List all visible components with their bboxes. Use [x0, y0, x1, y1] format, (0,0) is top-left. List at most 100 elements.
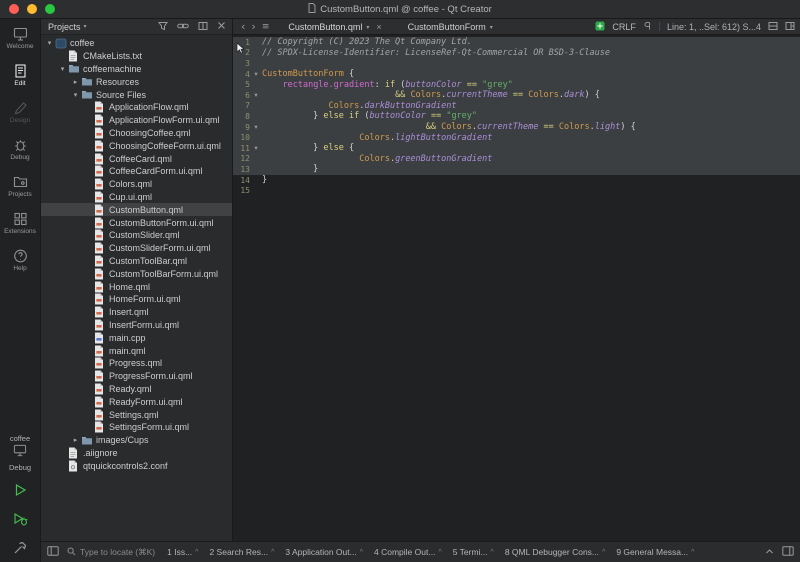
tree-row[interactable]: ApplicationFlow.qml [41, 101, 232, 114]
tree-row[interactable]: ▸images/Cups [41, 434, 232, 447]
toggle-sidebar-icon[interactable] [47, 546, 59, 558]
expand-icon[interactable]: ▾ [57, 65, 68, 73]
tree-row[interactable]: InsertForm.ui.qml [41, 319, 232, 332]
tree-row[interactable]: ChoosingCoffeeForm.ui.qml [41, 139, 232, 152]
fold-marker-icon[interactable]: ▾ [250, 123, 262, 131]
output-pane-button[interactable]: 8 QML Debugger Cons...^ [505, 547, 605, 557]
code-area[interactable]: 1// Copyright (C) 2023 The Qt Company Lt… [233, 35, 800, 541]
fold-marker-icon[interactable]: ▾ [250, 91, 262, 99]
run-button[interactable] [12, 475, 28, 504]
code-line[interactable]: 14} [233, 175, 800, 186]
tree-row[interactable]: .aiignore [41, 447, 232, 460]
tree-row[interactable]: Ready.qml [41, 383, 232, 396]
tree-row[interactable]: Home.qml [41, 280, 232, 293]
expand-icon[interactable]: ▸ [70, 436, 81, 444]
code-line[interactable]: 1// Copyright (C) 2023 The Qt Company Lt… [233, 37, 800, 48]
code-line[interactable]: 9▾ && Colors.currentTheme == Colors.ligh… [233, 122, 800, 133]
code-line[interactable]: 3 [233, 58, 800, 69]
tree-row[interactable]: main.cpp [41, 331, 232, 344]
tree-row[interactable]: ApplicationFlowForm.ui.qml [41, 114, 232, 127]
symbol-combo[interactable]: CustomButtonForm [408, 22, 486, 32]
debug-run-button[interactable] [12, 504, 28, 533]
close-panel-icon[interactable] [217, 21, 226, 32]
tree-row[interactable]: ChoosingCoffee.qml [41, 127, 232, 140]
fold-marker-icon[interactable]: ▾ [250, 144, 262, 152]
tree-row[interactable]: SettingsForm.ui.qml [41, 421, 232, 434]
mode-extensions[interactable]: Extensions [0, 204, 40, 241]
symbol-dropdown-icon[interactable]: ▾ [490, 24, 493, 31]
output-pane-button[interactable]: 9 General Messa...^ [616, 547, 694, 557]
tree-row[interactable]: qtquickcontrols2.conf [41, 459, 232, 472]
tree-row[interactable]: CMakeLists.txt [41, 50, 232, 63]
mode-debug[interactable]: Debug [0, 130, 40, 167]
tree-row[interactable]: ReadyForm.ui.qml [41, 395, 232, 408]
tree-row[interactable]: CoffeeCardForm.ui.qml [41, 165, 232, 178]
back-icon[interactable]: ‹ [238, 22, 248, 32]
output-pane-button[interactable]: 3 Application Out...^ [285, 547, 363, 557]
code-line[interactable]: 6▾ && Colors.currentTheme == Colors.dark… [233, 90, 800, 101]
navigation-combo[interactable]: Projects [48, 22, 81, 32]
tree-row[interactable]: CustomToolBar.qml [41, 255, 232, 268]
code-line[interactable]: 10 Colors.lightButtonGradient [233, 132, 800, 143]
code-line[interactable]: 7 Colors.darkButtonGradient [233, 101, 800, 112]
editor-menu-icon[interactable] [785, 21, 795, 33]
expand-icon[interactable]: ▾ [70, 91, 81, 99]
document-tab[interactable]: CustomButton.qml [288, 22, 362, 32]
kit-selector-button[interactable]: coffee Debug [9, 430, 31, 475]
close-window-button[interactable] [9, 4, 19, 14]
tree-row[interactable]: main.qml [41, 344, 232, 357]
close-document-icon[interactable]: × [376, 22, 381, 32]
mode-welcome[interactable]: Welcome [0, 19, 40, 56]
tree-row[interactable]: Insert.qml [41, 306, 232, 319]
file-encoding-icon[interactable] [643, 21, 652, 33]
output-pane-button[interactable]: 4 Compile Out...^ [374, 547, 442, 557]
code-line[interactable]: 2// SPDX-License-Identifier: LicenseRef-… [233, 48, 800, 59]
tree-row[interactable]: ▾Source Files [41, 88, 232, 101]
output-pane-button[interactable]: 5 Termi...^ [453, 547, 494, 557]
code-line[interactable]: 11▾ } else { [233, 143, 800, 154]
tree-row[interactable]: CustomButton.qml [41, 203, 232, 216]
expand-icon[interactable]: ▾ [44, 39, 55, 47]
tree-row[interactable]: CustomSliderForm.ui.qml [41, 242, 232, 255]
mode-projects[interactable]: Projects [0, 167, 40, 204]
output-pane-button[interactable]: 2 Search Res...^ [209, 547, 274, 557]
line-ending-selector[interactable]: CRLF [612, 22, 636, 32]
expand-icon[interactable]: ▸ [70, 78, 81, 86]
sync-with-editor-icon[interactable] [177, 21, 189, 33]
tree-row[interactable]: ▸Resources [41, 75, 232, 88]
zoom-window-button[interactable] [45, 4, 55, 14]
tree-row[interactable]: Cup.ui.qml [41, 191, 232, 204]
tree-row[interactable]: HomeForm.ui.qml [41, 293, 232, 306]
split-panel-icon[interactable] [198, 21, 208, 33]
tree-row[interactable]: ProgressForm.ui.qml [41, 370, 232, 383]
output-pane-button[interactable]: 1 Iss...^ [167, 547, 198, 557]
tree-row[interactable]: CustomButtonForm.ui.qml [41, 216, 232, 229]
code-line[interactable]: 5 rectangle.gradient: if (buttonColor ==… [233, 79, 800, 90]
code-line[interactable]: 8 } else if (buttonColor == "grey" [233, 111, 800, 122]
expand-output-icon[interactable] [765, 547, 774, 557]
open-documents-icon[interactable]: ≡ [259, 22, 273, 32]
tree-row[interactable]: CustomToolBarForm.ui.qml [41, 267, 232, 280]
fold-marker-icon[interactable]: ▾ [250, 70, 262, 78]
toggle-right-sidebar-icon[interactable] [782, 546, 794, 558]
forward-icon[interactable]: › [248, 22, 258, 32]
tree-row[interactable]: ▾coffee [41, 37, 232, 50]
language-server-status-icon[interactable] [595, 21, 605, 33]
split-editor-icon[interactable] [768, 21, 778, 33]
code-line[interactable]: 4▾CustomButtonForm { [233, 69, 800, 80]
tree-row[interactable]: CustomSlider.qml [41, 229, 232, 242]
mode-help[interactable]: Help [0, 241, 40, 278]
code-line[interactable]: 13 } [233, 164, 800, 175]
minimize-window-button[interactable] [27, 4, 37, 14]
tree-row[interactable]: Colors.qml [41, 178, 232, 191]
code-line[interactable]: 15 [233, 185, 800, 196]
tree-row[interactable]: Progress.qml [41, 357, 232, 370]
tree-row[interactable]: ▾coffeemachine [41, 63, 232, 76]
tree-row[interactable]: CoffeeCard.qml [41, 152, 232, 165]
document-dropdown-icon[interactable]: ▾ [366, 24, 369, 31]
code-line[interactable]: 12 Colors.greenButtonGradient [233, 154, 800, 165]
filter-icon[interactable] [158, 21, 168, 33]
build-button[interactable] [12, 533, 28, 562]
tree-row[interactable]: Settings.qml [41, 408, 232, 421]
locator-field[interactable]: Type to locate (⌘K) [67, 547, 155, 558]
